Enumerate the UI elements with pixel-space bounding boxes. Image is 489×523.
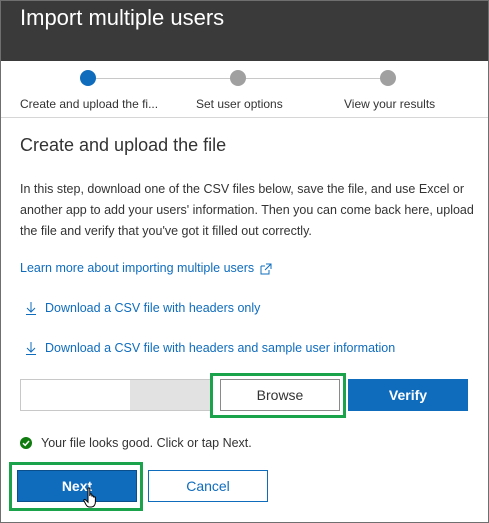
stepper-divider xyxy=(1,117,488,118)
download-sample-link-label: Download a CSV file with headers and sam… xyxy=(45,341,396,355)
download-arrow-icon xyxy=(26,302,36,315)
learn-more-link[interactable]: Learn more about importing multiple user… xyxy=(20,261,272,275)
external-link-icon xyxy=(260,263,272,275)
download-headers-link-label: Download a CSV file with headers only xyxy=(45,301,261,315)
dialog-window: Import multiple users Create and upload … xyxy=(0,0,489,523)
status-message: Your file looks good. Click or tap Next. xyxy=(20,436,252,450)
step-indicator xyxy=(380,70,396,86)
download-headers-link[interactable]: Download a CSV file with headers only xyxy=(20,301,260,315)
intro-text: In this step, download one of the CSV fi… xyxy=(20,182,474,238)
download-sample-link[interactable]: Download a CSV file with headers and sam… xyxy=(20,341,395,355)
section-title: Create and upload the file xyxy=(20,135,227,155)
status-text: Your file looks good. Click or tap Next. xyxy=(41,436,252,450)
file-path-progress xyxy=(130,380,210,410)
step-indicator xyxy=(230,70,246,86)
step-label: Set user options xyxy=(196,97,283,111)
verify-button[interactable]: Verify xyxy=(348,379,468,411)
dialog-title: Import multiple users xyxy=(20,5,225,30)
progress-stepper: Create and upload the fi... Set user opt… xyxy=(1,61,488,117)
next-button[interactable]: Next xyxy=(17,470,137,502)
hand-cursor-icon xyxy=(83,487,96,508)
step-label: View your results xyxy=(344,97,436,111)
download-arrow-icon xyxy=(26,342,36,355)
learn-more-link-label: Learn more about importing multiple user… xyxy=(20,261,255,275)
step-label: Create and upload the fi... xyxy=(20,97,159,111)
dialog-header: Import multiple users xyxy=(1,1,488,61)
browse-button[interactable]: Browse xyxy=(220,379,340,411)
check-circle-icon xyxy=(20,437,32,449)
cancel-button[interactable]: Cancel xyxy=(148,470,268,502)
file-path-input[interactable] xyxy=(20,379,210,411)
step-indicator-active xyxy=(80,70,96,86)
